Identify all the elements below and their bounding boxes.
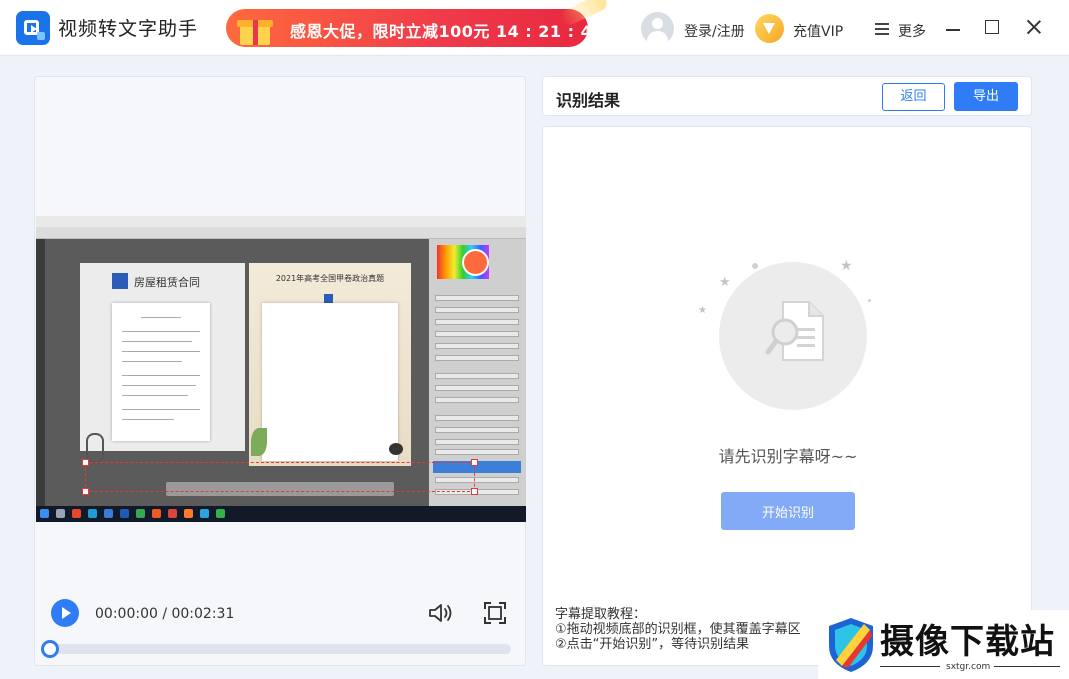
cup-icon	[389, 443, 403, 455]
promo-text: 感恩大促，限时立减100元 14 : 21 : 40	[290, 22, 588, 41]
video-menu-bar	[36, 216, 526, 227]
video-panel: 房屋租赁合同 2021年高考全国甲卷政治真题 00:00:00 / 00:02:…	[34, 76, 526, 666]
watermark: 摄像下载站 sxtgr.com	[818, 610, 1069, 679]
login-link[interactable]: 登录/注册	[684, 21, 745, 41]
leaf-icon	[251, 428, 267, 456]
watermark-text: 摄像下载站	[880, 622, 1055, 662]
close-button[interactable]	[1024, 17, 1044, 37]
title-bar: 视频转文字助手 感恩大促，限时立减100元 14 : 21 : 40 登录/注册…	[0, 0, 1069, 56]
progress-thumb[interactable]	[41, 640, 59, 658]
video-frame[interactable]: 房屋租赁合同 2021年高考全国甲卷政治真题	[36, 216, 526, 522]
maximize-button[interactable]	[985, 20, 999, 34]
back-button[interactable]: 返回	[882, 83, 945, 111]
record-button-icon	[462, 249, 489, 276]
empty-state-text: 请先识别字幕呀~~	[718, 447, 858, 466]
video-doc-right: 2021年高考全国甲卷政治真题	[249, 263, 411, 466]
video-doc-left: 房屋租赁合同	[80, 263, 245, 463]
star-icon: ★	[698, 305, 707, 316]
decor-dot	[868, 299, 871, 302]
app-logo-icon	[16, 11, 50, 45]
star-icon: ★	[840, 258, 853, 274]
app-title: 视频转文字助手	[58, 18, 199, 40]
tutorial-step-2: ②点击“开始识别”，等待识别结果	[555, 637, 750, 652]
minimize-button[interactable]	[938, 20, 968, 40]
watermark-url: sxtgr.com	[946, 662, 991, 672]
play-button[interactable]	[51, 599, 79, 627]
video-doc-right-page	[262, 303, 398, 461]
tutorial-heading: 字幕提取教程：	[555, 607, 647, 622]
more-link[interactable]: 更多	[898, 21, 926, 41]
promo-banner[interactable]: 感恩大促，限时立减100元 14 : 21 : 40	[226, 9, 588, 47]
progress-bar[interactable]	[41, 640, 511, 658]
subtitle-selection-box[interactable]	[85, 462, 475, 492]
tutorial-step-1: ①拖动视频底部的识别框，使其覆盖字幕区	[555, 622, 801, 637]
start-recognition-button[interactable]: 开始识别	[721, 492, 855, 530]
tutorial: 字幕提取教程： ①拖动视频底部的识别框，使其覆盖字幕区 ②点击“开始识别”，等待…	[555, 607, 801, 652]
selection-handle-bottom-left[interactable]	[82, 488, 89, 495]
selection-handle-bottom-right[interactable]	[471, 488, 478, 495]
result-body: ★ ★ ★ 请先识别字幕呀~~ 开始识别 字幕提取教程： ①拖动视频底部的识别框…	[542, 126, 1032, 666]
selection-handle-top-left[interactable]	[82, 459, 89, 466]
word-icon	[112, 273, 128, 289]
decor-dot	[752, 263, 758, 269]
vip-diamond-icon[interactable]	[755, 14, 784, 43]
word-badge-icon	[324, 294, 333, 303]
gift-icon	[232, 13, 280, 45]
video-doc-right-title: 2021年高考全国甲卷政治真题	[275, 274, 385, 283]
selection-handle-top-right[interactable]	[471, 459, 478, 466]
video-doc-left-title: 房屋租赁合同	[134, 276, 200, 289]
video-options-bar	[36, 227, 526, 239]
menu-icon[interactable]	[875, 23, 889, 35]
video-toolbox	[36, 239, 45, 506]
shield-logo-icon	[829, 618, 873, 672]
document-search-icon	[765, 301, 824, 361]
result-header: 识别结果 返回 导出	[542, 76, 1032, 116]
player-controls: 00:00:00 / 00:02:31	[35, 589, 525, 639]
export-button[interactable]: 导出	[954, 82, 1018, 111]
result-title: 识别结果	[556, 91, 621, 110]
star-icon: ★	[719, 275, 731, 290]
vip-link[interactable]: 充值VIP	[793, 21, 843, 41]
time-display: 00:00:00 / 00:02:31	[95, 606, 235, 622]
volume-icon[interactable]	[427, 601, 455, 625]
avatar[interactable]	[641, 12, 674, 45]
video-taskbar	[36, 506, 526, 522]
video-doc-left-page	[112, 303, 210, 441]
fullscreen-icon[interactable]	[483, 601, 507, 625]
